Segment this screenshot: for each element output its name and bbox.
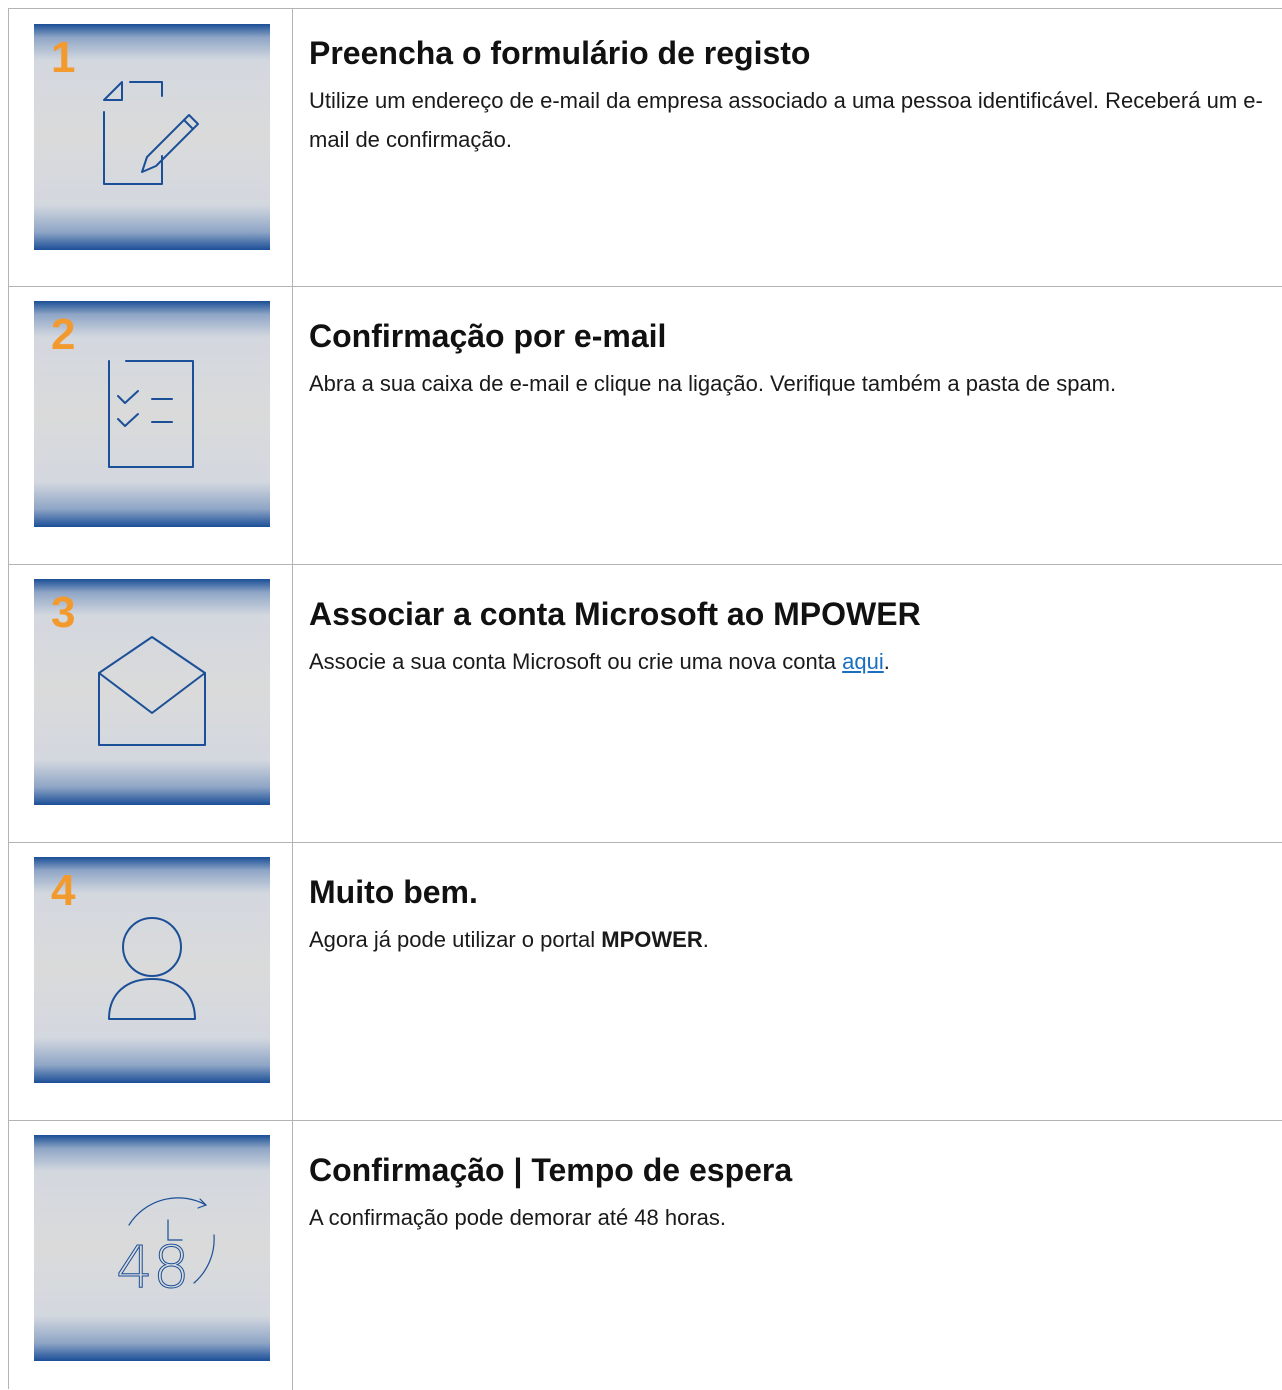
step-row-3: 3 Associar a conta Microsoft ao MPOWER A…: [9, 565, 1282, 843]
step-tile-1: 1: [34, 24, 270, 250]
step-description: Associe a sua conta Microsoft ou crie um…: [309, 643, 1269, 682]
description-text-end: .: [702, 927, 709, 952]
form-edit-icon: [103, 81, 199, 185]
checklist-icon: [108, 360, 194, 468]
step-row-1: 1 Preencha o formulário de registo Utili…: [9, 9, 1282, 287]
step-tile-3: 3: [34, 579, 270, 805]
step-tile-2: 2: [34, 301, 270, 527]
envelope-icon: [98, 636, 206, 746]
column-divider: [292, 1121, 293, 1390]
step-description: Agora já pode utilizar o portal MPOWER.: [309, 921, 1269, 960]
step-title: Associar a conta Microsoft ao MPOWER: [309, 596, 921, 632]
step-tile-waiting: 48: [34, 1135, 270, 1361]
user-icon: [108, 917, 196, 1020]
step-title: Confirmação | Tempo de espera: [309, 1152, 793, 1188]
description-text: Agora já pode utilizar o portal: [309, 927, 602, 952]
step-description: A confirmação pode demorar até 48 horas.: [309, 1205, 727, 1230]
step-title: Preencha o formulário de registo: [309, 35, 811, 71]
step-row-2: 2 Confirmação por e-mail Abra a sua caix…: [9, 287, 1282, 565]
step-description: Utilize um endereço de e-mail da empresa…: [309, 88, 1263, 152]
column-divider: [292, 9, 293, 286]
column-divider: [292, 843, 293, 1120]
48-hours-clock-icon: 48: [116, 1197, 215, 1302]
step-description: Abra a sua caixa de e-mail e clique na l…: [309, 371, 1117, 396]
step-row-waiting: 48 Confirmação | Tempo de espera A confi…: [9, 1121, 1282, 1390]
step-title: Confirmação por e-mail: [309, 318, 667, 354]
step-tile-4: 4: [34, 857, 270, 1083]
column-divider: [292, 565, 293, 842]
create-account-link[interactable]: aqui: [842, 649, 884, 674]
hours-label: 48: [116, 1233, 190, 1301]
description-text-end: .: [883, 649, 890, 674]
registration-steps: 1 Preencha o formulário de registo Utili…: [8, 8, 1282, 1390]
description-text: Associe a sua conta Microsoft ou crie um…: [309, 649, 843, 674]
column-divider: [292, 287, 293, 564]
step-title: Muito bem.: [309, 874, 478, 910]
step-row-4: 4 Muito bem. Agora já pode utilizar o po…: [9, 843, 1282, 1121]
portal-name: MPOWER: [601, 927, 703, 952]
